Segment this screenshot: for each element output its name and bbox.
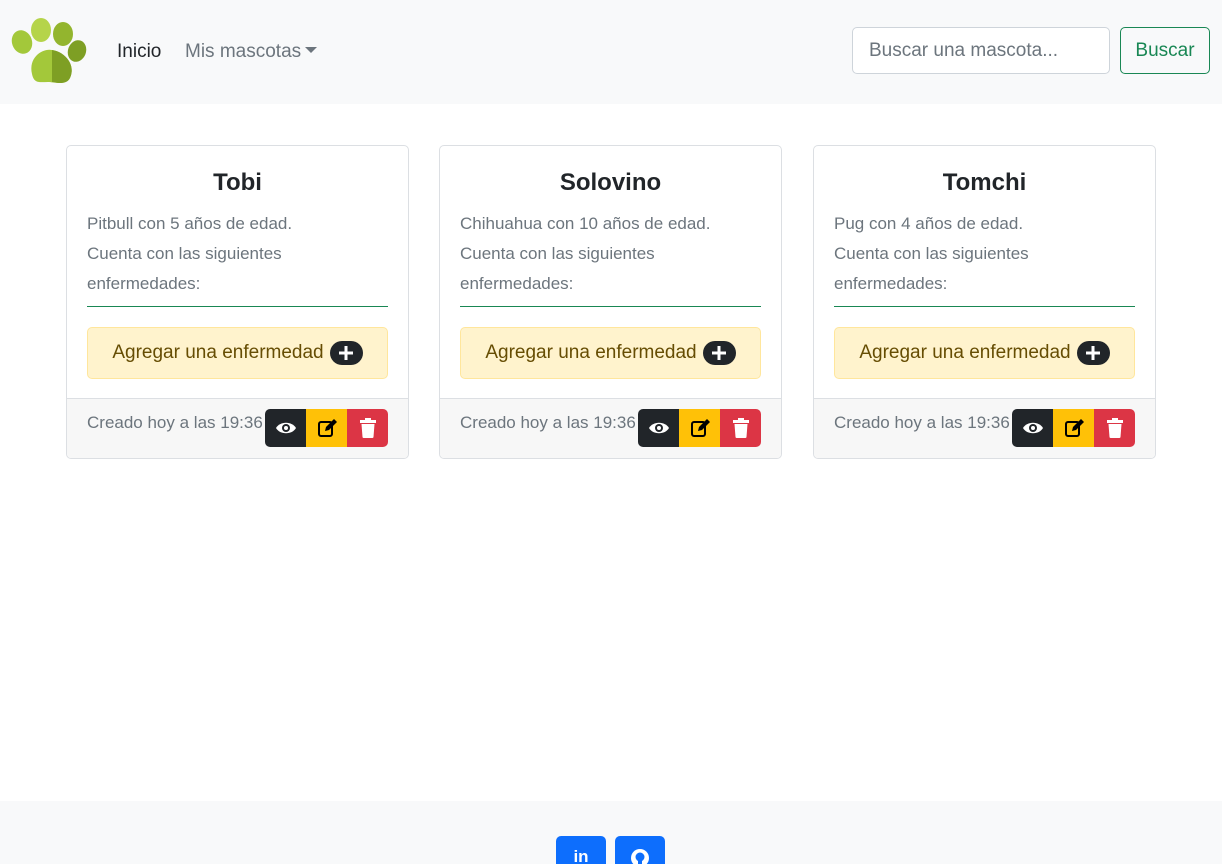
add-disease-button[interactable]: Agregar una enfermedad [834,327,1135,379]
pet-name: Solovino [559,169,662,196]
plus-icon [329,341,363,365]
divider [87,306,388,307]
trash-icon [359,418,376,438]
search-button[interactable]: Buscar [1120,27,1210,74]
created-time: Creado hoy a las 19:36 [834,413,1010,432]
github-button[interactable] [615,836,665,864]
pet-name: Tomchi [942,169,1027,196]
pet-diseases-label: Cuenta con las siguientes enfermedades: [834,244,1029,293]
add-disease-button[interactable]: Agregar una enfermedad [460,327,761,379]
add-disease-label: Agregar una enfermedad [859,342,1071,363]
pet-diseases-label: Cuenta con las siguientes enfermedades: [87,244,282,293]
trash-icon [732,418,749,438]
card-body: Solovino Chihuahua con 10 años de edad. … [460,146,761,399]
page-footer: in [0,801,1222,864]
delete-button[interactable] [1094,409,1135,447]
card-footer: Creado hoy a las 19:36 [67,398,408,458]
divider [460,306,761,307]
nav-dropdown-label: Mis mascotas [185,41,302,62]
pet-diseases-label: Cuenta con las siguientes enfermedades: [460,244,655,293]
eye-icon [275,422,296,434]
pet-description: Chihuahua con 10 años de edad. Cuenta co… [460,209,761,299]
github-icon [631,849,649,864]
caret-down-icon [305,47,318,53]
eye-icon [648,422,669,434]
card-footer: Creado hoy a las 19:36 [814,398,1155,458]
card-actions [1012,409,1135,447]
pet-name: Tobi [213,169,262,196]
created-time: Creado hoy a las 19:36 [460,413,636,432]
delete-button[interactable] [347,409,388,447]
linkedin-icon: in [573,847,589,864]
navbar: Inicio Mis mascotas Buscar [0,0,1222,104]
pet-card: Tomchi Pug con 4 años de edad. Cuenta co… [813,145,1156,459]
pet-card: Tobi Pitbull con 5 años de edad. Cuenta … [66,145,409,459]
created-time: Creado hoy a las 19:36 [87,413,263,432]
trash-icon [1106,418,1123,438]
add-disease-label: Agregar una enfermedad [112,342,324,363]
card-actions [265,409,388,447]
card-actions [638,409,761,447]
view-button[interactable] [1012,409,1053,447]
pet-description: Pitbull con 5 años de edad. Cuenta con l… [87,209,388,299]
paw-icon[interactable] [10,16,88,86]
edit-button[interactable] [306,409,347,447]
nav-link-inicio[interactable]: Inicio [117,40,161,64]
plus-icon [702,341,736,365]
card-body: Tobi Pitbull con 5 años de edad. Cuenta … [87,146,388,399]
pet-card: Solovino Chihuahua con 10 años de edad. … [439,145,782,459]
edit-icon [317,419,337,437]
edit-button[interactable] [679,409,720,447]
divider [834,306,1135,307]
view-button[interactable] [638,409,679,447]
eye-icon [1022,422,1043,434]
edit-icon [1064,419,1084,437]
add-disease-button[interactable]: Agregar una enfermedad [87,327,388,379]
edit-icon [690,419,710,437]
plus-icon [1076,341,1110,365]
pet-description: Pug con 4 años de edad. Cuenta con las s… [834,209,1135,299]
pet-breed-age: Pug con 4 años de edad. [834,214,1024,233]
search-input[interactable] [852,27,1110,74]
linkedin-button[interactable]: in [556,836,606,864]
delete-button[interactable] [720,409,761,447]
add-disease-label: Agregar una enfermedad [485,342,697,363]
view-button[interactable] [265,409,306,447]
card-footer: Creado hoy a las 19:36 [440,398,781,458]
nav-dropdown-mis-mascotas[interactable]: Mis mascotas [185,40,318,64]
pet-breed-age: Pitbull con 5 años de edad. [87,214,293,233]
card-body: Tomchi Pug con 4 años de edad. Cuenta co… [834,146,1135,399]
edit-button[interactable] [1053,409,1094,447]
pet-breed-age: Chihuahua con 10 años de edad. [460,214,711,233]
